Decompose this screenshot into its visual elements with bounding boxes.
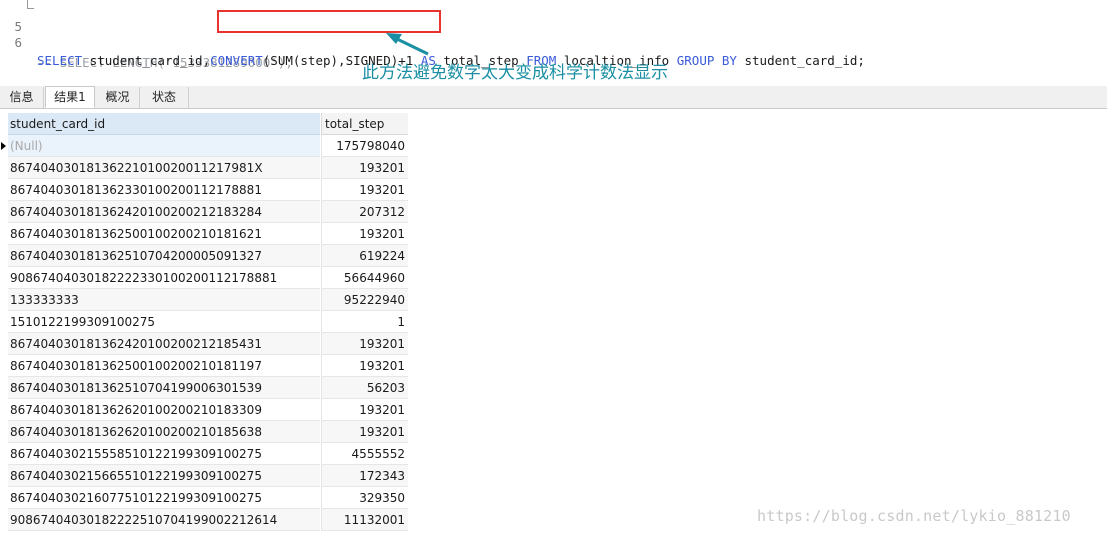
cell-total-step[interactable]: 619224 [321,245,408,267]
line-number: 6 [14,35,22,50]
cell-total-step[interactable]: 56203 [321,377,408,399]
cell-total-step[interactable]: 193201 [321,355,408,377]
cell-total-step[interactable]: 175798040 [321,135,408,157]
current-row-pointer-icon [1,142,6,150]
cell-student-card-id[interactable]: (Null) [8,135,320,157]
row-marker[interactable] [0,421,8,443]
table-row[interactable]: 867404030181362500100200210181197 193201 [0,355,410,377]
keyword-group-by: GROUP BY [676,53,737,68]
table-row[interactable]: 867404030181362420100200212185431 193201 [0,333,410,355]
cell-total-step[interactable]: 193201 [321,179,408,201]
tab-status[interactable]: 状态 [140,87,189,108]
cell-total-step[interactable]: 193201 [321,399,408,421]
table-row[interactable]: 133333333 95222940 [0,289,410,311]
group-column: student_card_id; [736,53,865,68]
result-tabs: 信息 结果1 概况 状态 [0,86,1107,109]
row-marker[interactable] [0,179,8,201]
row-marker[interactable] [0,399,8,421]
highlight-box [217,10,441,33]
tab-info[interactable]: 信息 [0,87,44,108]
table-row[interactable]: 867404030216077510122199309100275 329350 [0,487,410,509]
cell-total-step[interactable]: 11132001 [321,509,408,531]
cell-student-card-id[interactable]: 867404030181362420100200212183284 [8,201,320,223]
row-marker[interactable] [0,135,8,157]
cell-student-card-id[interactable]: 867404030181362620100200210185638 [8,421,320,443]
column-header-student-card-id[interactable]: student_card_id [8,113,320,135]
cell-total-step[interactable]: 172343 [321,465,408,487]
column-header-total-step[interactable]: total_step [321,113,408,135]
row-marker[interactable] [0,267,8,289]
cell-student-card-id[interactable]: 867404030181362330100200112178881 [8,179,320,201]
cell-student-card-id[interactable]: 867404030181362500100200210181197 [8,355,320,377]
cell-student-card-id[interactable]: 86740403018136221010020011217981X [8,157,320,179]
table-row[interactable]: 867404030181362620100200210183309 193201 [0,399,410,421]
header-row: student_card_id total_step [0,113,410,135]
table-row[interactable]: 867404030181362620100200210185638 193201 [0,421,410,443]
cell-student-card-id[interactable]: 867404030181362620100200210183309 [8,399,320,421]
cell-total-step[interactable]: 193201 [321,157,408,179]
row-marker[interactable] [0,201,8,223]
cell-student-card-id[interactable]: 867404030215665510122199309100275 [8,465,320,487]
cell-student-card-id[interactable]: 867404030181362510704199006301539 [8,377,320,399]
table-row[interactable]: 1510122199309100275 1 [0,311,410,333]
cell-total-step[interactable]: 95222940 [321,289,408,311]
row-marker[interactable] [0,377,8,399]
cell-student-card-id[interactable]: 867404030181362510704200005091327 [8,245,320,267]
cell-student-card-id[interactable]: 133333333 [8,289,320,311]
fold-marker-icon[interactable] [27,0,34,9]
cell-total-step[interactable]: 193201 [321,223,408,245]
row-marker[interactable] [0,333,8,355]
tab-overview[interactable]: 概况 [96,87,140,108]
sql-editor[interactable]: 5 -- SELECT LENGTH('1533381289000'); 6 S… [0,0,1107,83]
row-marker[interactable] [0,355,8,377]
cell-total-step[interactable]: 193201 [321,421,408,443]
row-marker[interactable] [0,465,8,487]
row-marker[interactable] [0,443,8,465]
cell-student-card-id[interactable]: 90867404030182222510704199002212614 [8,509,320,531]
cell-total-step[interactable]: 207312 [321,201,408,223]
row-marker[interactable] [0,157,8,179]
table-row[interactable]: 867404030215558510122199309100275 4555552 [0,443,410,465]
cell-total-step[interactable]: 56644960 [321,267,408,289]
table-row[interactable]: 867404030181362510704199006301539 56203 [0,377,410,399]
watermark: https://blog.csdn.net/lykio_881210 [757,507,1071,525]
row-marker[interactable] [0,289,8,311]
column-name: student_card_id, [82,53,211,68]
keyword-convert: CONVERT [210,53,263,68]
table-row[interactable]: 867404030181362510704200005091327 619224 [0,245,410,267]
cell-student-card-id[interactable]: 867404030215558510122199309100275 [8,443,320,465]
table-row[interactable]: 90867404030182222510704199002212614 11132… [0,509,410,531]
cell-total-step[interactable]: 4555552 [321,443,408,465]
table-row[interactable]: 90867404030182222330100200112178881 56644… [0,267,410,289]
row-marker[interactable] [0,245,8,267]
table-row[interactable]: (Null) 175798040 [0,135,410,157]
cell-total-step[interactable]: 193201 [321,333,408,355]
cell-student-card-id[interactable]: 867404030181362420100200212185431 [8,333,320,355]
row-marker[interactable] [0,223,8,245]
table-row[interactable]: 86740403018136221010020011217981X 193201 [0,157,410,179]
cell-student-card-id[interactable]: 867404030181362500100200210181621 [8,223,320,245]
cell-student-card-id[interactable]: 867404030216077510122199309100275 [8,487,320,509]
table-row[interactable]: 867404030181362330100200112178881 193201 [0,179,410,201]
row-marker[interactable] [0,509,8,531]
table-row[interactable]: 867404030181362500100200210181621 193201 [0,223,410,245]
row-marker[interactable] [0,487,8,509]
annotation-text: 此方法避免数字太大变成科学计数法显示 [362,63,668,83]
cell-total-step[interactable]: 329350 [321,487,408,509]
tab-result-1[interactable]: 结果1 [45,86,95,108]
table-row[interactable]: 867404030181362420100200212183284 207312 [0,201,410,223]
cell-total-step[interactable]: 1 [321,311,408,333]
cell-student-card-id[interactable]: 1510122199309100275 [8,311,320,333]
table-row[interactable]: 867404030215665510122199309100275 172343 [0,465,410,487]
cell-student-card-id[interactable]: 90867404030182222330100200112178881 [8,267,320,289]
row-marker[interactable] [0,311,8,333]
code-line-6: 6 SELECT student_card_id,CONVERT(SUM(ste… [0,16,864,68]
keyword-select: SELECT [37,53,83,68]
